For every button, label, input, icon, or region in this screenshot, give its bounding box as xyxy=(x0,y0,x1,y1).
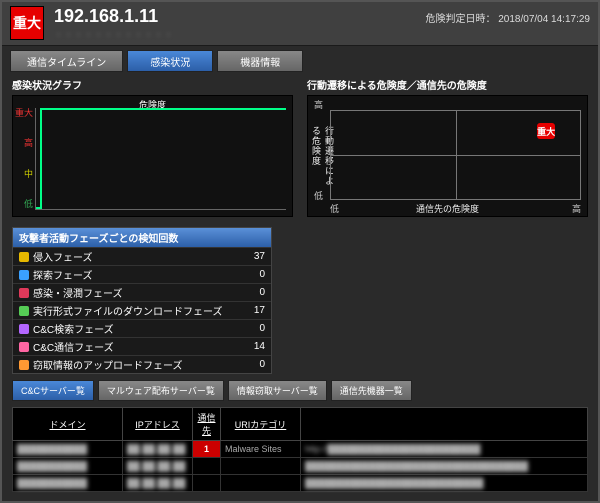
judged-value: 2018/07/04 14:17:29 xyxy=(498,14,590,25)
table-row[interactable]: █████████████.██.██.██ ██████████████████… xyxy=(13,475,588,492)
y-tick-critical: 重大 xyxy=(13,106,33,119)
cell-url: ████████████████████████████ xyxy=(301,475,588,492)
detection-counts-panel: 攻撃者活動フェーズごとの検知回数 侵入フェーズ37探索フェーズ0感染・浸潤フェー… xyxy=(12,227,272,374)
cell-category xyxy=(221,475,301,492)
cell-ip: ██.██.██.██ xyxy=(123,458,193,475)
quadrant-panel: 行動遷移による危険度／通信先の危険度 高 低 高 低 行動遷移による危険度 通信… xyxy=(307,76,588,217)
phase-count: 0 xyxy=(241,359,265,370)
charts-row: 感染状況グラフ 危険度 重大 高 中 低 行動遷移による危険度／通信先の危険度 … xyxy=(2,74,598,223)
phase-count: 0 xyxy=(241,269,265,280)
tab-timeline[interactable]: 通信タイムライン xyxy=(10,50,123,72)
y-tick-high: 高 xyxy=(13,136,33,149)
cell-alert: 1 xyxy=(193,441,221,458)
cell-alert xyxy=(193,475,221,492)
phase-label: 実行形式ファイルのダウンロードフェーズ xyxy=(33,303,223,318)
detection-row[interactable]: 感染・浸潤フェーズ 0 xyxy=(13,283,271,301)
phase-count: 14 xyxy=(241,341,265,352)
cell-domain: ███████████ xyxy=(13,475,123,492)
tab-malware-servers[interactable]: マルウェア配布サーバー覧 xyxy=(98,380,224,401)
cell-ip: ██.██.██.██ xyxy=(123,441,193,458)
cell-category: Malware Sites xyxy=(221,441,301,458)
risk-y-axis: 重大 高 中 低 xyxy=(13,106,35,210)
x-lo: 低 xyxy=(330,202,339,215)
tab-info-servers[interactable]: 情報窃取サーバー覧 xyxy=(228,380,327,401)
phase-icon xyxy=(19,324,29,334)
y-lo: 低 xyxy=(314,189,323,202)
phase-icon xyxy=(19,360,29,370)
phase-label: C&C検索フェーズ xyxy=(33,321,114,336)
phase-label: C&C通信フェーズ xyxy=(33,339,114,354)
phase-icon xyxy=(19,288,29,298)
severity-badge: 重大 xyxy=(10,6,44,40)
detection-row[interactable]: 実行形式ファイルのダウンロードフェーズ 17 xyxy=(13,301,271,319)
quadrant-point-critical[interactable]: 重大 xyxy=(537,123,555,139)
ip-address: 192.168.1.11 xyxy=(54,6,174,27)
cell-ip: ██.██.██.██ xyxy=(123,475,193,492)
cell-domain: ███████████ xyxy=(13,441,123,458)
phase-count: 0 xyxy=(241,287,265,298)
phase-count: 0 xyxy=(241,323,265,334)
table-row[interactable]: █████████████.██.██.██1Malware Siteshttp… xyxy=(13,441,588,458)
quadrant-title: 行動遷移による危険度／通信先の危険度 xyxy=(307,76,588,95)
col-url[interactable] xyxy=(301,408,588,441)
detection-row[interactable]: 探索フェーズ 0 xyxy=(13,265,271,283)
phase-icon xyxy=(19,342,29,352)
phase-label: 窃取情報のアップロードフェーズ xyxy=(33,357,183,372)
cell-url: http://████████████████████████ xyxy=(301,441,588,458)
infection-graph-title: 感染状況グラフ xyxy=(12,76,293,95)
cell-alert xyxy=(193,458,221,475)
tab-device[interactable]: 機器情報 xyxy=(217,50,303,72)
col-ip[interactable]: IPアドレス xyxy=(123,408,193,441)
phase-icon xyxy=(19,252,29,262)
col-domain[interactable]: ドメイン xyxy=(13,408,123,441)
cell-category xyxy=(221,458,301,475)
quadrant-grid: 重大 xyxy=(330,110,581,200)
detection-row[interactable]: C&C通信フェーズ 14 xyxy=(13,337,271,355)
host-block: 192.168.1.11 ・・・・・・・・・・・・ xyxy=(54,6,174,41)
phase-label: 侵入フェーズ xyxy=(33,249,93,264)
judged-label: 危険判定日時： xyxy=(425,14,495,25)
col-dest[interactable]: 通信先 xyxy=(193,408,221,441)
x-hi: 高 xyxy=(572,202,581,215)
tab-cc-servers[interactable]: C&Cサーバー覧 xyxy=(12,380,94,401)
phase-count: 37 xyxy=(241,251,265,262)
cc-server-table: ドメイン IPアドレス 通信先 URIカテゴリ █████████████.██… xyxy=(12,407,588,492)
top-tabbar: 通信タイムライン 感染状況 機器情報 xyxy=(2,46,598,74)
detection-row[interactable]: C&C検索フェーズ 0 xyxy=(13,319,271,337)
table-row[interactable]: █████████████.██.██.██ ██████████████████… xyxy=(13,458,588,475)
header: 重大 192.168.1.11 ・・・・・・・・・・・・ 危険判定日時： 201… xyxy=(2,2,598,46)
ip-subtext: ・・・・・・・・・・・・ xyxy=(54,28,174,41)
cell-domain: ███████████ xyxy=(13,458,123,475)
detection-row[interactable]: 窃取情報のアップロードフェーズ 0 xyxy=(13,355,271,373)
phase-label: 探索フェーズ xyxy=(33,267,93,282)
judged-time: 危険判定日時： 2018/07/04 14:17:29 xyxy=(425,6,590,25)
tab-dest-devices[interactable]: 通信先機器一覧 xyxy=(331,380,412,401)
y-hi: 高 xyxy=(314,98,323,111)
y-tick-low: 低 xyxy=(13,197,33,210)
bottom-tabbar: C&Cサーバー覧 マルウェア配布サーバー覧 情報窃取サーバー覧 通信先機器一覧 xyxy=(2,376,598,403)
detection-row[interactable]: 侵入フェーズ 37 xyxy=(13,247,271,265)
col-category[interactable]: URIカテゴリ xyxy=(221,408,301,441)
phase-count: 17 xyxy=(241,305,265,316)
infection-line-chart: 危険度 重大 高 中 低 xyxy=(12,95,293,217)
phase-icon xyxy=(19,270,29,280)
detection-panel-title: 攻撃者活動フェーズごとの検知回数 xyxy=(13,228,271,247)
table-header-row: ドメイン IPアドレス 通信先 URIカテゴリ xyxy=(13,408,588,441)
phase-icon xyxy=(19,306,29,316)
quadrant-chart: 高 低 高 低 行動遷移による危険度 通信先の危険度 重大 xyxy=(307,95,588,217)
line-plot-area xyxy=(35,108,286,210)
cell-url: ███████████████████████████████████ xyxy=(301,458,588,475)
quadrant-xlabel: 通信先の危険度 xyxy=(416,202,479,215)
infection-graph-panel: 感染状況グラフ 危険度 重大 高 中 低 xyxy=(12,76,293,217)
y-tick-mid: 中 xyxy=(13,167,33,180)
tab-infection[interactable]: 感染状況 xyxy=(127,50,213,72)
phase-label: 感染・浸潤フェーズ xyxy=(33,285,123,300)
